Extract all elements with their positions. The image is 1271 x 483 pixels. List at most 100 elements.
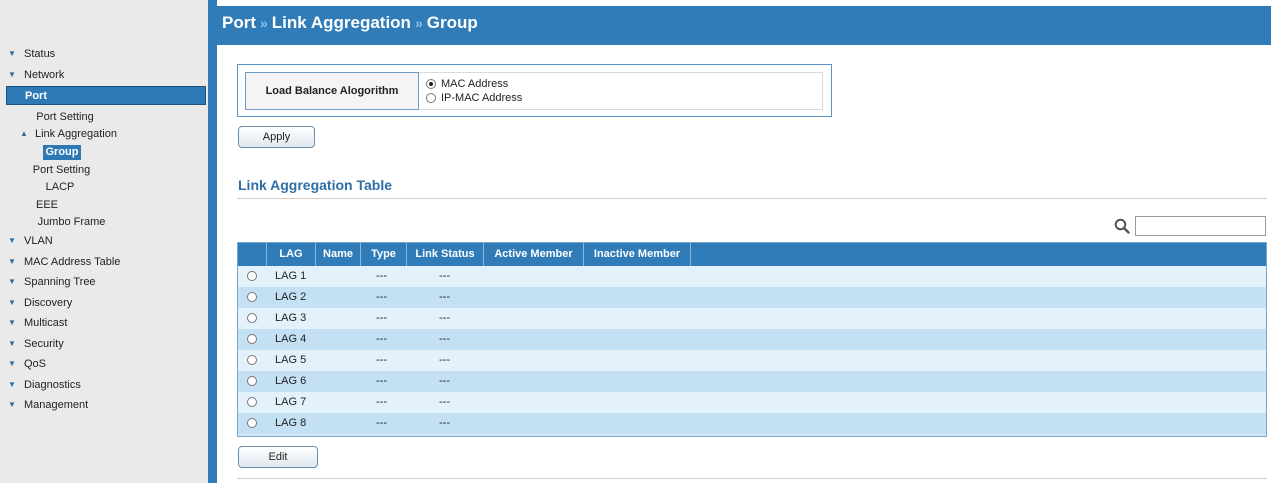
sidebar-item-label: Port Setting	[32, 164, 91, 176]
sidebar-item-qos[interactable]: ▼ QoS	[0, 355, 208, 373]
sidebar-item-status[interactable]: ▼ Status	[0, 45, 208, 63]
sidebar-item-label: Port	[25, 90, 47, 102]
sidebar-item-label: Security	[24, 338, 64, 350]
cell-type: ---	[376, 354, 387, 366]
section-title: Link Aggregation Table	[238, 177, 393, 193]
sidebar-item-label: QoS	[24, 358, 47, 370]
cell-type: ---	[376, 375, 387, 387]
sidebar-item-group[interactable]: Group	[43, 145, 81, 160]
sidebar-item-label: Status	[24, 48, 56, 60]
column-header-name: Name	[316, 243, 361, 266]
cell-lag: LAG 7	[275, 396, 307, 408]
ip-mac-address-label: IP-MAC Address	[441, 92, 523, 104]
sidebar-item-lacp[interactable]: LACP	[0, 178, 120, 196]
sidebar-item-label: Port Setting	[36, 111, 94, 123]
breadcrumb: Port» Link Aggregation» Group	[217, 6, 1271, 45]
breadcrumb-port: Port	[222, 13, 256, 32]
table-row[interactable]: LAG 5 --- ---	[238, 350, 1266, 371]
sidebar-item-diagnostics[interactable]: ▼ Diagnostics	[0, 376, 208, 394]
row-select-radio[interactable]	[247, 397, 257, 407]
sidebar-item-label: Discovery	[24, 297, 73, 309]
sidebar-item-label: Spanning Tree	[24, 276, 96, 288]
chevron-up-icon: ▲	[20, 129, 28, 138]
apply-button[interactable]: Apply	[238, 126, 315, 148]
ip-mac-address-option[interactable]: IP-MAC Address	[426, 91, 522, 105]
sidebar-item-lag-port-setting[interactable]: Port Setting	[0, 161, 123, 179]
cell-link-status: ---	[439, 291, 450, 303]
table-row[interactable]: LAG 3 --- ---	[238, 308, 1266, 329]
cell-link-status: ---	[439, 333, 450, 345]
sidebar-item-mac-address-table[interactable]: ▼ MAC Address Table	[0, 253, 208, 271]
sidebar-item-label: EEE	[35, 199, 58, 211]
table-row[interactable]: LAG 7 --- ---	[238, 392, 1266, 413]
chevron-down-icon: ▼	[8, 380, 16, 389]
table-row[interactable]: LAG 8 --- ---	[238, 413, 1266, 434]
sidebar-item-link-aggregation[interactable]: ▲ Link Aggregation	[0, 125, 208, 143]
ip-mac-address-radio[interactable]	[426, 93, 436, 104]
cell-type: ---	[376, 270, 387, 282]
table-row[interactable]: LAG 4 --- ---	[238, 329, 1266, 350]
sidebar-item-port[interactable]: Port	[6, 86, 206, 105]
sidebar-item-spanning-tree[interactable]: ▼ Spanning Tree	[0, 273, 208, 291]
chevron-down-icon: ▼	[8, 236, 16, 245]
row-select-radio[interactable]	[247, 418, 257, 428]
sidebar-item-management[interactable]: ▼ Management	[0, 396, 208, 414]
cell-lag: LAG 1	[275, 270, 307, 282]
chevron-down-icon: ▼	[8, 70, 16, 79]
row-select-radio[interactable]	[247, 376, 257, 386]
cell-type: ---	[376, 333, 387, 345]
breadcrumb-separator-icon: »	[414, 15, 423, 31]
cell-link-status: ---	[439, 312, 450, 324]
page-title: Group	[426, 13, 478, 32]
search-input[interactable]	[1135, 216, 1266, 236]
sidebar-item-label: MAC Address Table	[24, 256, 121, 268]
sidebar-item-label: Diagnostics	[24, 379, 81, 391]
divider	[237, 478, 1267, 479]
sidebar-item-label: Link Aggregation	[35, 128, 117, 140]
cell-lag: LAG 4	[275, 333, 307, 345]
column-header-active-member: Active Member	[484, 243, 584, 266]
table-row[interactable]: LAG 1 --- ---	[238, 266, 1266, 287]
cell-lag: LAG 3	[275, 312, 307, 324]
cell-lag: LAG 5	[275, 354, 307, 366]
sidebar-item-port-setting[interactable]: Port Setting	[0, 108, 130, 126]
row-select-radio[interactable]	[247, 313, 257, 323]
cell-lag: LAG 8	[275, 417, 307, 429]
sidebar-item-vlan[interactable]: ▼ VLAN	[0, 232, 208, 250]
mac-address-radio[interactable]	[426, 79, 436, 90]
sidebar-item-eee[interactable]: EEE	[0, 196, 94, 214]
sidebar-item-label: LACP	[45, 181, 75, 193]
column-header-type: Type	[361, 243, 407, 266]
column-header-inactive-member: Inactive Member	[584, 243, 691, 266]
table-row[interactable]: LAG 2 --- ---	[238, 287, 1266, 308]
sidebar-item-discovery[interactable]: ▼ Discovery	[0, 294, 208, 312]
sidebar-item-label: Jumbo Frame	[37, 216, 106, 228]
row-select-radio[interactable]	[247, 271, 257, 281]
sidebar-item-security[interactable]: ▼ Security	[0, 335, 208, 353]
load-balance-options: MAC Address IP-MAC Address	[419, 72, 823, 110]
edit-button[interactable]: Edit	[238, 446, 318, 468]
table-row[interactable]: LAG 6 --- ---	[238, 371, 1266, 392]
cell-type: ---	[376, 312, 387, 324]
cell-link-status: ---	[439, 417, 450, 429]
sidebar-item-label: Management	[24, 399, 89, 411]
search-icon[interactable]	[1114, 218, 1130, 234]
chevron-down-icon: ▼	[8, 257, 16, 266]
mac-address-label: MAC Address	[441, 78, 509, 90]
row-select-radio[interactable]	[247, 334, 257, 344]
divider	[237, 198, 1267, 199]
row-select-radio[interactable]	[247, 292, 257, 302]
mac-address-option[interactable]: MAC Address	[426, 77, 508, 91]
row-select-radio[interactable]	[247, 355, 257, 365]
sidebar-item-multicast[interactable]: ▼ Multicast	[0, 314, 208, 332]
cell-type: ---	[376, 417, 387, 429]
load-balance-panel: Load Balance Alogorithm MAC Address IP-M…	[237, 64, 832, 117]
chevron-down-icon: ▼	[8, 359, 16, 368]
sidebar-item-network[interactable]: ▼ Network	[0, 66, 208, 84]
chevron-down-icon: ▼	[8, 49, 16, 58]
cell-type: ---	[376, 291, 387, 303]
chevron-down-icon: ▼	[8, 277, 16, 286]
sidebar-item-jumbo-frame[interactable]: Jumbo Frame	[0, 213, 143, 231]
cell-link-status: ---	[439, 375, 450, 387]
load-balance-label: Load Balance Alogorithm	[245, 72, 419, 110]
